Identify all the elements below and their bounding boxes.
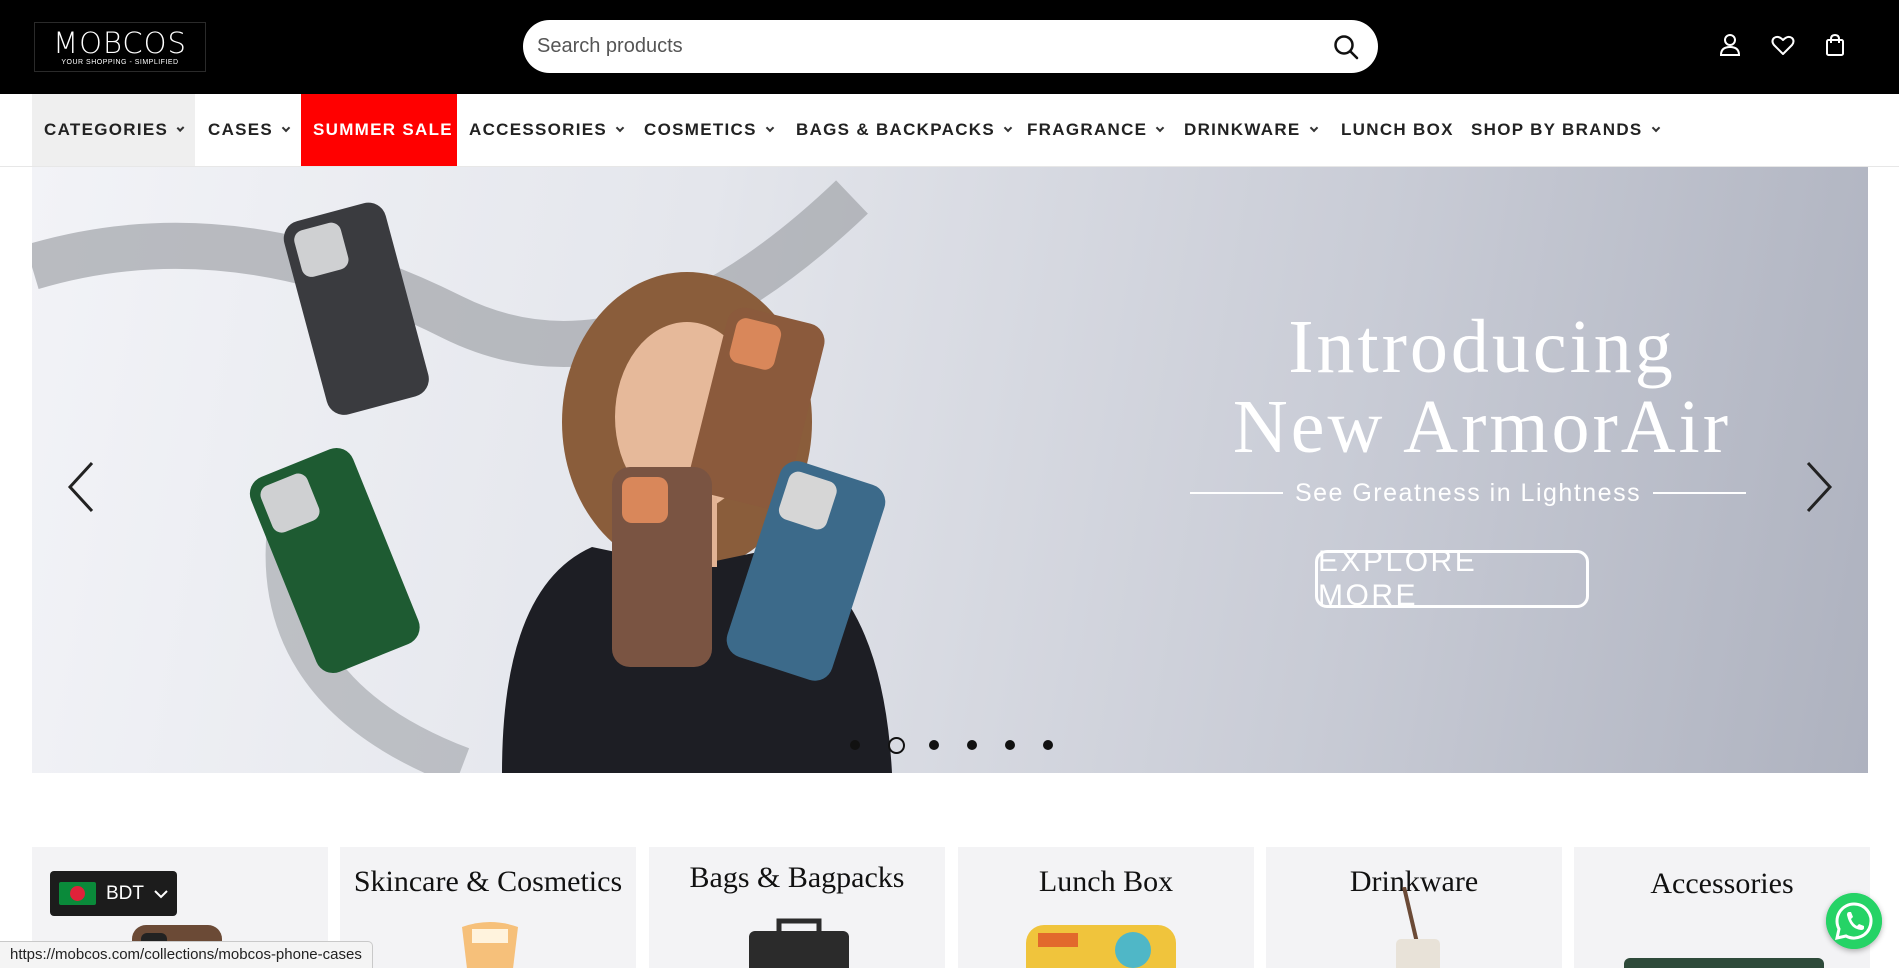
user-icon[interactable]	[1717, 32, 1743, 58]
nav-label: DRINKWARE	[1184, 120, 1301, 139]
chevron-right-icon[interactable]	[1798, 457, 1838, 517]
hero-title-line1: Introducing	[1288, 305, 1676, 389]
nav-accessories[interactable]: ACCESSORIES	[457, 94, 635, 166]
nav-lunch-box[interactable]: LUNCH BOX	[1329, 94, 1466, 166]
whatsapp-icon[interactable]	[1826, 893, 1882, 949]
chevron-down-icon	[154, 889, 168, 898]
logo-tagline: YOUR SHOPPING - SIMPLIFIED	[61, 59, 179, 66]
search-icon[interactable]	[1332, 33, 1360, 61]
backpack-image	[749, 918, 849, 968]
slider-dot[interactable]	[1043, 740, 1053, 750]
currency-selector[interactable]: BDT	[50, 871, 177, 916]
bag-icon[interactable]	[1822, 32, 1848, 58]
nav-drinkware[interactable]: DRINKWARE	[1172, 94, 1329, 166]
nav-cases[interactable]: CASES	[196, 94, 301, 166]
chevron-down-icon	[281, 123, 291, 133]
slider-dot[interactable]	[929, 740, 939, 750]
chevron-down-icon	[1651, 123, 1660, 133]
search-bar	[523, 20, 1378, 73]
logo-text: MOBCOS	[53, 26, 187, 60]
nav-label: CATEGORIES	[44, 120, 169, 139]
divider	[1653, 492, 1747, 494]
chevron-down-icon	[615, 123, 625, 133]
currency-code: BDT	[106, 882, 144, 904]
hero-title: Introducing New ArmorAir	[1182, 307, 1782, 467]
category-title: Lunch Box	[1038, 865, 1174, 898]
explore-more-button[interactable]: EXPLORE MORE	[1315, 545, 1589, 612]
drinkware-image	[1396, 887, 1440, 968]
nav-fragrance[interactable]: FRAGRANCE	[1015, 94, 1175, 166]
bangladesh-flag-icon	[59, 882, 96, 905]
site-header: MOBCOS YOUR SHOPPING - SIMPLIFIED	[0, 0, 1899, 94]
category-card-lunch-box[interactable]: Lunch Box	[958, 847, 1254, 968]
nav-label: LUNCH BOX	[1341, 120, 1454, 139]
chevron-down-icon	[1156, 123, 1165, 133]
chevron-down-icon	[1309, 123, 1318, 133]
lunch-box-image	[1026, 925, 1176, 968]
hero-banner[interactable]: Introducing New ArmorAir See Greatness i…	[32, 167, 1868, 773]
status-bar-url: https://mobcos.com/collections/mobcos-ph…	[0, 941, 373, 968]
slider-dot[interactable]	[1005, 740, 1015, 750]
hero-image	[32, 180, 892, 773]
category-title: Accessories	[1650, 867, 1794, 900]
nav-summer-sale[interactable]: SUMMER SALE	[301, 94, 457, 166]
category-title: Bags & Bagpacks	[689, 861, 905, 894]
hero-subtitle-row: See Greatness in Lightness	[1190, 475, 1747, 511]
nav-label: FRAGRANCE	[1027, 120, 1148, 139]
category-title: Skincare & Cosmetics	[353, 865, 623, 898]
cosmetics-image	[462, 922, 518, 968]
divider	[1190, 492, 1283, 494]
slider-dot[interactable]	[850, 740, 860, 750]
chevron-down-icon	[1003, 123, 1013, 133]
nav-label: SHOP BY BRANDS	[1471, 120, 1643, 139]
search-input[interactable]	[537, 30, 1297, 63]
nav-label: COSMETICS	[644, 120, 757, 139]
nav-label: CASES	[208, 120, 274, 139]
nav-label: SUMMER SALE	[313, 120, 453, 139]
slider-dot[interactable]	[967, 740, 977, 750]
category-card-skincare-cosmetics[interactable]: Skincare & Cosmetics	[340, 847, 636, 968]
hero-title-line2: New ArmorAir	[1232, 385, 1732, 469]
slider-dots	[850, 733, 1081, 757]
accessories-image	[1624, 958, 1824, 968]
nav-shop-by-brands[interactable]: SHOP BY BRANDS	[1459, 94, 1671, 166]
nav-label: BAGS & BACKPACKS	[796, 120, 995, 139]
chevron-left-icon[interactable]	[62, 457, 102, 517]
nav-cosmetics[interactable]: COSMETICS	[632, 94, 785, 166]
main-nav: CATEGORIES CASES SUMMER SALE ACCESSORIES…	[0, 94, 1899, 167]
chevron-down-icon	[765, 123, 775, 133]
nav-bags-backpacks[interactable]: BAGS & BACKPACKS	[784, 94, 1023, 166]
nav-label: ACCESSORIES	[469, 120, 608, 139]
logo[interactable]: MOBCOS YOUR SHOPPING - SIMPLIFIED	[34, 22, 206, 72]
chevron-down-icon	[176, 124, 185, 132]
slider-dot-active[interactable]	[888, 736, 905, 754]
category-card-accessories[interactable]: Accessories	[1574, 847, 1870, 968]
nav-categories[interactable]: CATEGORIES	[32, 94, 195, 166]
heart-icon[interactable]	[1770, 32, 1796, 58]
hero-subtitle: See Greatness in Lightness	[1294, 478, 1642, 507]
category-card-bags-bagpacks[interactable]: Bags & Bagpacks	[649, 847, 945, 968]
category-card-drinkware[interactable]: Drinkware	[1266, 847, 1562, 968]
